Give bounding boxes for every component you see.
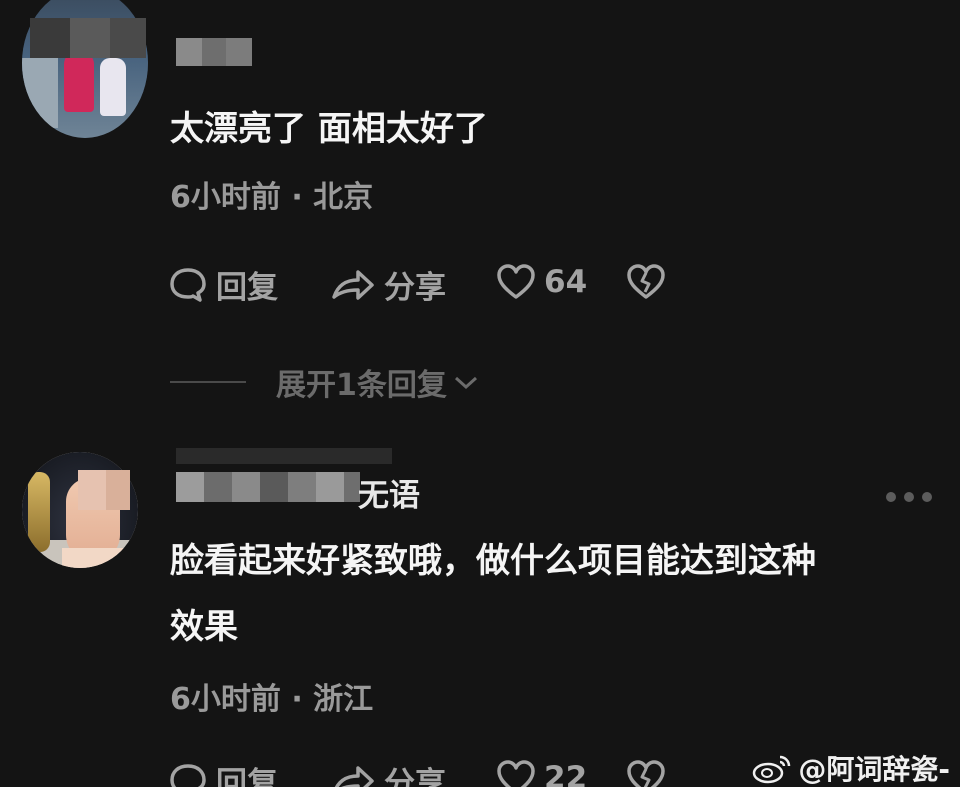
pixelated-avatar-overlay (30, 18, 70, 58)
weibo-watermark: @阿词辞瓷- (752, 748, 950, 787)
weibo-logo-icon (753, 755, 791, 784)
share-label: 分享 (384, 766, 446, 787)
share-arrow-icon (332, 269, 374, 300)
comment-meta: 6小时前 · 北京 (170, 180, 374, 215)
reply-label: 回复 (216, 270, 278, 306)
pixelated-username (202, 38, 226, 66)
comment-text: 太漂亮了 面相太好了 (170, 109, 488, 149)
comment-meta: 6小时前 · 浙江 (170, 682, 374, 717)
username-visible-part[interactable]: 无语 (358, 470, 420, 515)
reply-button[interactable]: 回复 (168, 262, 278, 307)
share-button[interactable]: 分享 (330, 262, 446, 307)
more-dots-icon (886, 492, 896, 502)
comment-bubble-icon (170, 763, 206, 787)
heart-icon (497, 264, 535, 299)
broken-heart-icon (627, 264, 665, 299)
more-dots-icon (922, 492, 932, 502)
broken-heart-icon (627, 760, 665, 787)
comment-text-line-2: 效果 (170, 607, 238, 647)
pixelated-username (176, 38, 202, 66)
divider-line (170, 381, 246, 383)
pixelated-avatar-overlay (70, 18, 110, 58)
more-options-button[interactable] (886, 492, 932, 502)
share-arrow-icon (334, 765, 374, 787)
share-button[interactable]: 分享 (330, 758, 446, 787)
pixelated-username (204, 472, 232, 502)
pixelated-username (226, 38, 252, 66)
reply-button[interactable]: 回复 (168, 758, 278, 787)
pixelated-username (316, 472, 344, 502)
comment-bubble-icon (170, 267, 206, 302)
like-button[interactable]: 22 (496, 758, 587, 787)
chevron-down-icon (454, 376, 477, 390)
pixelated-avatar-overlay (110, 18, 146, 58)
comment-text-line-1: 脸看起来好紧致哦，做什么项目能达到这种 (170, 541, 816, 581)
dislike-button[interactable] (626, 758, 666, 787)
pixelated-avatar-overlay (78, 470, 106, 510)
watermark-text: @阿词辞瓷- (798, 753, 950, 786)
like-count: 22 (544, 760, 588, 787)
more-dots-icon (904, 492, 914, 502)
pixelated-username (176, 472, 204, 502)
share-label: 分享 (384, 270, 446, 306)
pixelated-username (260, 472, 288, 502)
reply-label: 回复 (216, 766, 278, 787)
heart-icon (497, 760, 535, 787)
pixelated-username (288, 472, 316, 502)
pixelated-avatar-overlay (106, 470, 130, 510)
like-button[interactable]: 64 (496, 262, 587, 302)
pixelated-username (176, 448, 392, 464)
dislike-button[interactable] (626, 262, 666, 302)
expand-replies-button[interactable]: 展开1条回复 (170, 360, 481, 404)
pixelated-username (232, 472, 260, 502)
expand-replies-label: 展开1条回复 (276, 368, 447, 403)
like-count: 64 (544, 264, 588, 300)
